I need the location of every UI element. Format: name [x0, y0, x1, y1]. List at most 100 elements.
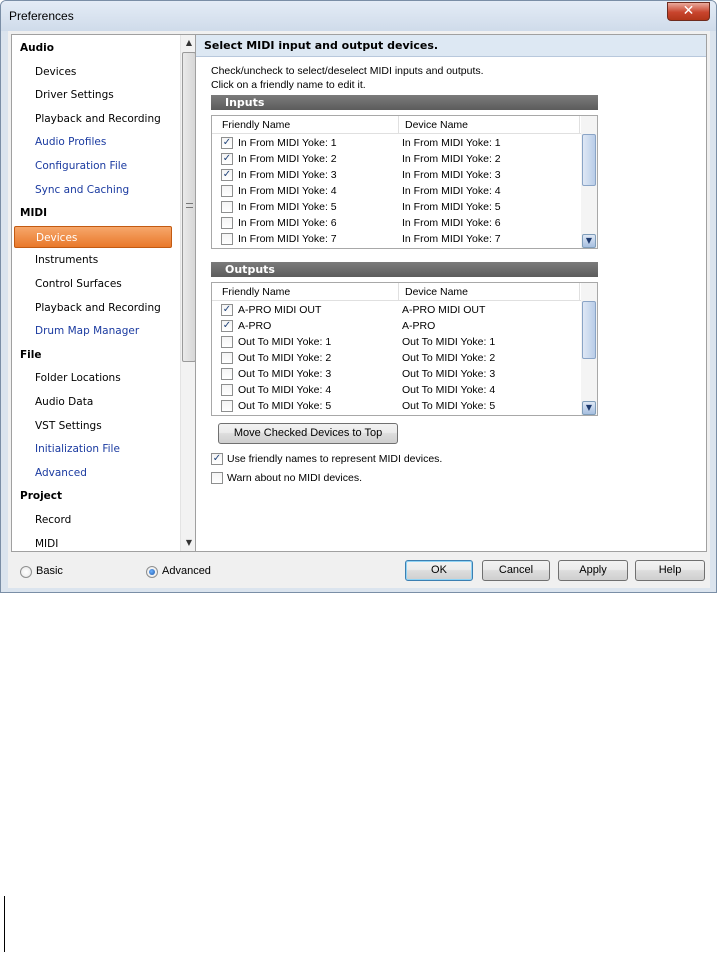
output-device-row[interactable]: Out To MIDI Yoke: 5 Out To MIDI Yoke: 5 — [212, 398, 582, 414]
tree-item[interactable]: Devices — [14, 225, 172, 248]
output-device-row[interactable]: Out To MIDI Yoke: 1 Out To MIDI Yoke: 1 — [212, 334, 582, 350]
output-device-row[interactable]: ✓ A-PRO MIDI OUT A-PRO MIDI OUT — [212, 302, 582, 318]
tree-item[interactable]: Sync and Caching — [35, 179, 129, 201]
tree-item[interactable]: Playback and Recording — [35, 297, 161, 319]
scroll-down-arrow-icon[interactable]: ▼ — [582, 401, 596, 415]
input-device-row[interactable]: In From MIDI Yoke: 7 In From MIDI Yoke: 7 — [212, 231, 582, 247]
friendly-name-cell[interactable]: In From MIDI Yoke: 7 — [238, 233, 337, 245]
device-checkbox[interactable] — [221, 368, 233, 380]
device-checkbox[interactable] — [221, 384, 233, 396]
device-checkbox[interactable] — [221, 217, 233, 229]
friendly-name-cell[interactable]: In From MIDI Yoke: 3 — [238, 169, 337, 181]
device-name-cell: In From MIDI Yoke: 4 — [402, 185, 501, 197]
basic-radio[interactable] — [20, 566, 32, 578]
input-device-row[interactable]: In From MIDI Yoke: 6 In From MIDI Yoke: 6 — [212, 215, 582, 231]
device-checkbox[interactable] — [221, 233, 233, 245]
friendly-name-cell[interactable]: A-PRO — [238, 320, 271, 332]
advanced-radio[interactable] — [146, 566, 158, 578]
friendly-name-cell[interactable]: Out To MIDI Yoke: 1 — [238, 336, 331, 348]
tree-item[interactable]: Audio Profiles — [35, 131, 106, 153]
close-button[interactable]: ✕ — [667, 2, 710, 21]
tree-item[interactable]: MIDI — [35, 533, 58, 551]
friendly-name-cell[interactable]: In From MIDI Yoke: 2 — [238, 153, 337, 165]
tree-item[interactable]: Folder Locations — [35, 367, 121, 389]
device-checkbox[interactable] — [221, 201, 233, 213]
midi-devices-panel: Select MIDI input and output devices. Ch… — [195, 34, 707, 552]
device-checkbox[interactable] — [221, 400, 233, 412]
tree-category[interactable]: Audio — [20, 37, 54, 59]
friendly-name-cell[interactable]: In From MIDI Yoke: 5 — [238, 201, 337, 213]
preferences-tree: Audio Devices Driver Settings Playback and … — [11, 34, 198, 552]
input-device-row[interactable]: ✓ In From MIDI Yoke: 2 In From MIDI Yoke: … — [212, 151, 582, 167]
warn-no-midi-checkbox[interactable] — [211, 472, 223, 484]
device-name-cell: In From MIDI Yoke: 3 — [402, 169, 501, 181]
device-checkbox[interactable] — [221, 336, 233, 348]
ok-button[interactable]: OK — [405, 560, 473, 581]
device-name-column[interactable]: Device Name — [405, 286, 468, 298]
friendly-name-column[interactable]: Friendly Name — [222, 119, 290, 131]
tree-category[interactable]: Project — [20, 485, 62, 507]
device-name-cell: Out To MIDI Yoke: 4 — [402, 384, 496, 396]
warn-no-midi-label: Warn about no MIDI devices. — [227, 472, 363, 484]
tree-item[interactable]: Driver Settings — [35, 84, 114, 106]
title-bar: Preferences ✕ — [1, 1, 716, 31]
window-title: Preferences — [9, 9, 74, 23]
device-name-column[interactable]: Device Name — [405, 119, 468, 131]
tree-item[interactable]: Devices — [35, 61, 76, 83]
outputs-scroll-thumb[interactable] — [582, 301, 596, 359]
output-device-row[interactable]: ✓ A-PRO A-PRO — [212, 318, 582, 334]
inputs-scroll-thumb[interactable] — [582, 134, 596, 186]
device-checkbox[interactable]: ✓ — [221, 153, 233, 165]
cancel-button[interactable]: Cancel — [482, 560, 550, 581]
input-device-row[interactable]: In From MIDI Yoke: 4 In From MIDI Yoke: 4 — [212, 183, 582, 199]
friendly-name-cell[interactable]: Out To MIDI Yoke: 5 — [238, 400, 331, 412]
friendly-name-cell[interactable]: Out To MIDI Yoke: 4 — [238, 384, 331, 396]
tree-item[interactable]: Initialization File — [35, 438, 120, 460]
friendly-names-checkbox[interactable]: ✓ — [211, 453, 223, 465]
tree-scroll-thumb[interactable] — [182, 52, 196, 362]
output-device-row[interactable]: Out To MIDI Yoke: 3 Out To MIDI Yoke: 3 — [212, 366, 582, 382]
friendly-name-cell[interactable]: A-PRO MIDI OUT — [238, 304, 321, 316]
tree-item[interactable]: VST Settings — [35, 415, 102, 437]
friendly-name-column[interactable]: Friendly Name — [222, 286, 290, 298]
tree-category[interactable]: MIDI — [20, 202, 47, 224]
outputs-column-header: Friendly Name Device Name — [212, 283, 582, 301]
friendly-name-cell[interactable]: Out To MIDI Yoke: 3 — [238, 368, 331, 380]
tree-item[interactable]: Advanced — [35, 462, 87, 484]
tree-item[interactable]: Instruments — [35, 249, 98, 271]
output-device-row[interactable]: Out To MIDI Yoke: 2 Out To MIDI Yoke: 2 — [212, 350, 582, 366]
tree-item[interactable]: Control Surfaces — [35, 273, 122, 295]
tree-item[interactable]: Record — [35, 509, 71, 531]
friendly-name-cell[interactable]: In From MIDI Yoke: 1 — [238, 137, 337, 149]
tree-category[interactable]: File — [20, 344, 42, 366]
input-device-row[interactable]: In From MIDI Yoke: 5 In From MIDI Yoke: 5 — [212, 199, 582, 215]
friendly-name-cell[interactable]: In From MIDI Yoke: 6 — [238, 217, 337, 229]
tree-item[interactable]: Audio Data — [35, 391, 93, 413]
outputs-scrollbar[interactable]: ▼ — [581, 283, 597, 415]
help-button[interactable]: Help — [635, 560, 705, 581]
tree-item[interactable]: Drum Map Manager — [35, 320, 139, 342]
input-device-row[interactable]: ✓ In From MIDI Yoke: 3 In From MIDI Yoke: … — [212, 167, 582, 183]
device-name-cell: In From MIDI Yoke: 6 — [402, 217, 501, 229]
panel-title: Select MIDI input and output devices. — [204, 39, 439, 52]
device-name-cell: In From MIDI Yoke: 5 — [402, 201, 501, 213]
device-checkbox[interactable]: ✓ — [221, 169, 233, 181]
friendly-name-cell[interactable]: In From MIDI Yoke: 4 — [238, 185, 337, 197]
inputs-scrollbar[interactable]: ▼ — [581, 116, 597, 248]
output-device-row[interactable]: Out To MIDI Yoke: 4 Out To MIDI Yoke: 4 — [212, 382, 582, 398]
scroll-down-arrow-icon[interactable]: ▼ — [582, 234, 596, 248]
device-checkbox[interactable]: ✓ — [221, 320, 233, 332]
device-checkbox[interactable]: ✓ — [221, 137, 233, 149]
tree-item[interactable]: Configuration File — [35, 155, 127, 177]
input-device-row[interactable]: ✓ In From MIDI Yoke: 1 In From MIDI Yoke: … — [212, 135, 582, 151]
tree-item[interactable]: Playback and Recording — [35, 108, 161, 130]
device-checkbox[interactable] — [221, 352, 233, 364]
basic-radio-label: Basic — [36, 565, 63, 577]
friendly-name-cell[interactable]: Out To MIDI Yoke: 2 — [238, 352, 331, 364]
inputs-section-header: Inputs — [211, 95, 598, 110]
device-checkbox[interactable] — [221, 185, 233, 197]
move-checked-devices-button[interactable]: Move Checked Devices to Top — [218, 423, 398, 444]
device-checkbox[interactable]: ✓ — [221, 304, 233, 316]
device-name-cell: Out To MIDI Yoke: 2 — [402, 352, 496, 364]
apply-button[interactable]: Apply — [558, 560, 628, 581]
